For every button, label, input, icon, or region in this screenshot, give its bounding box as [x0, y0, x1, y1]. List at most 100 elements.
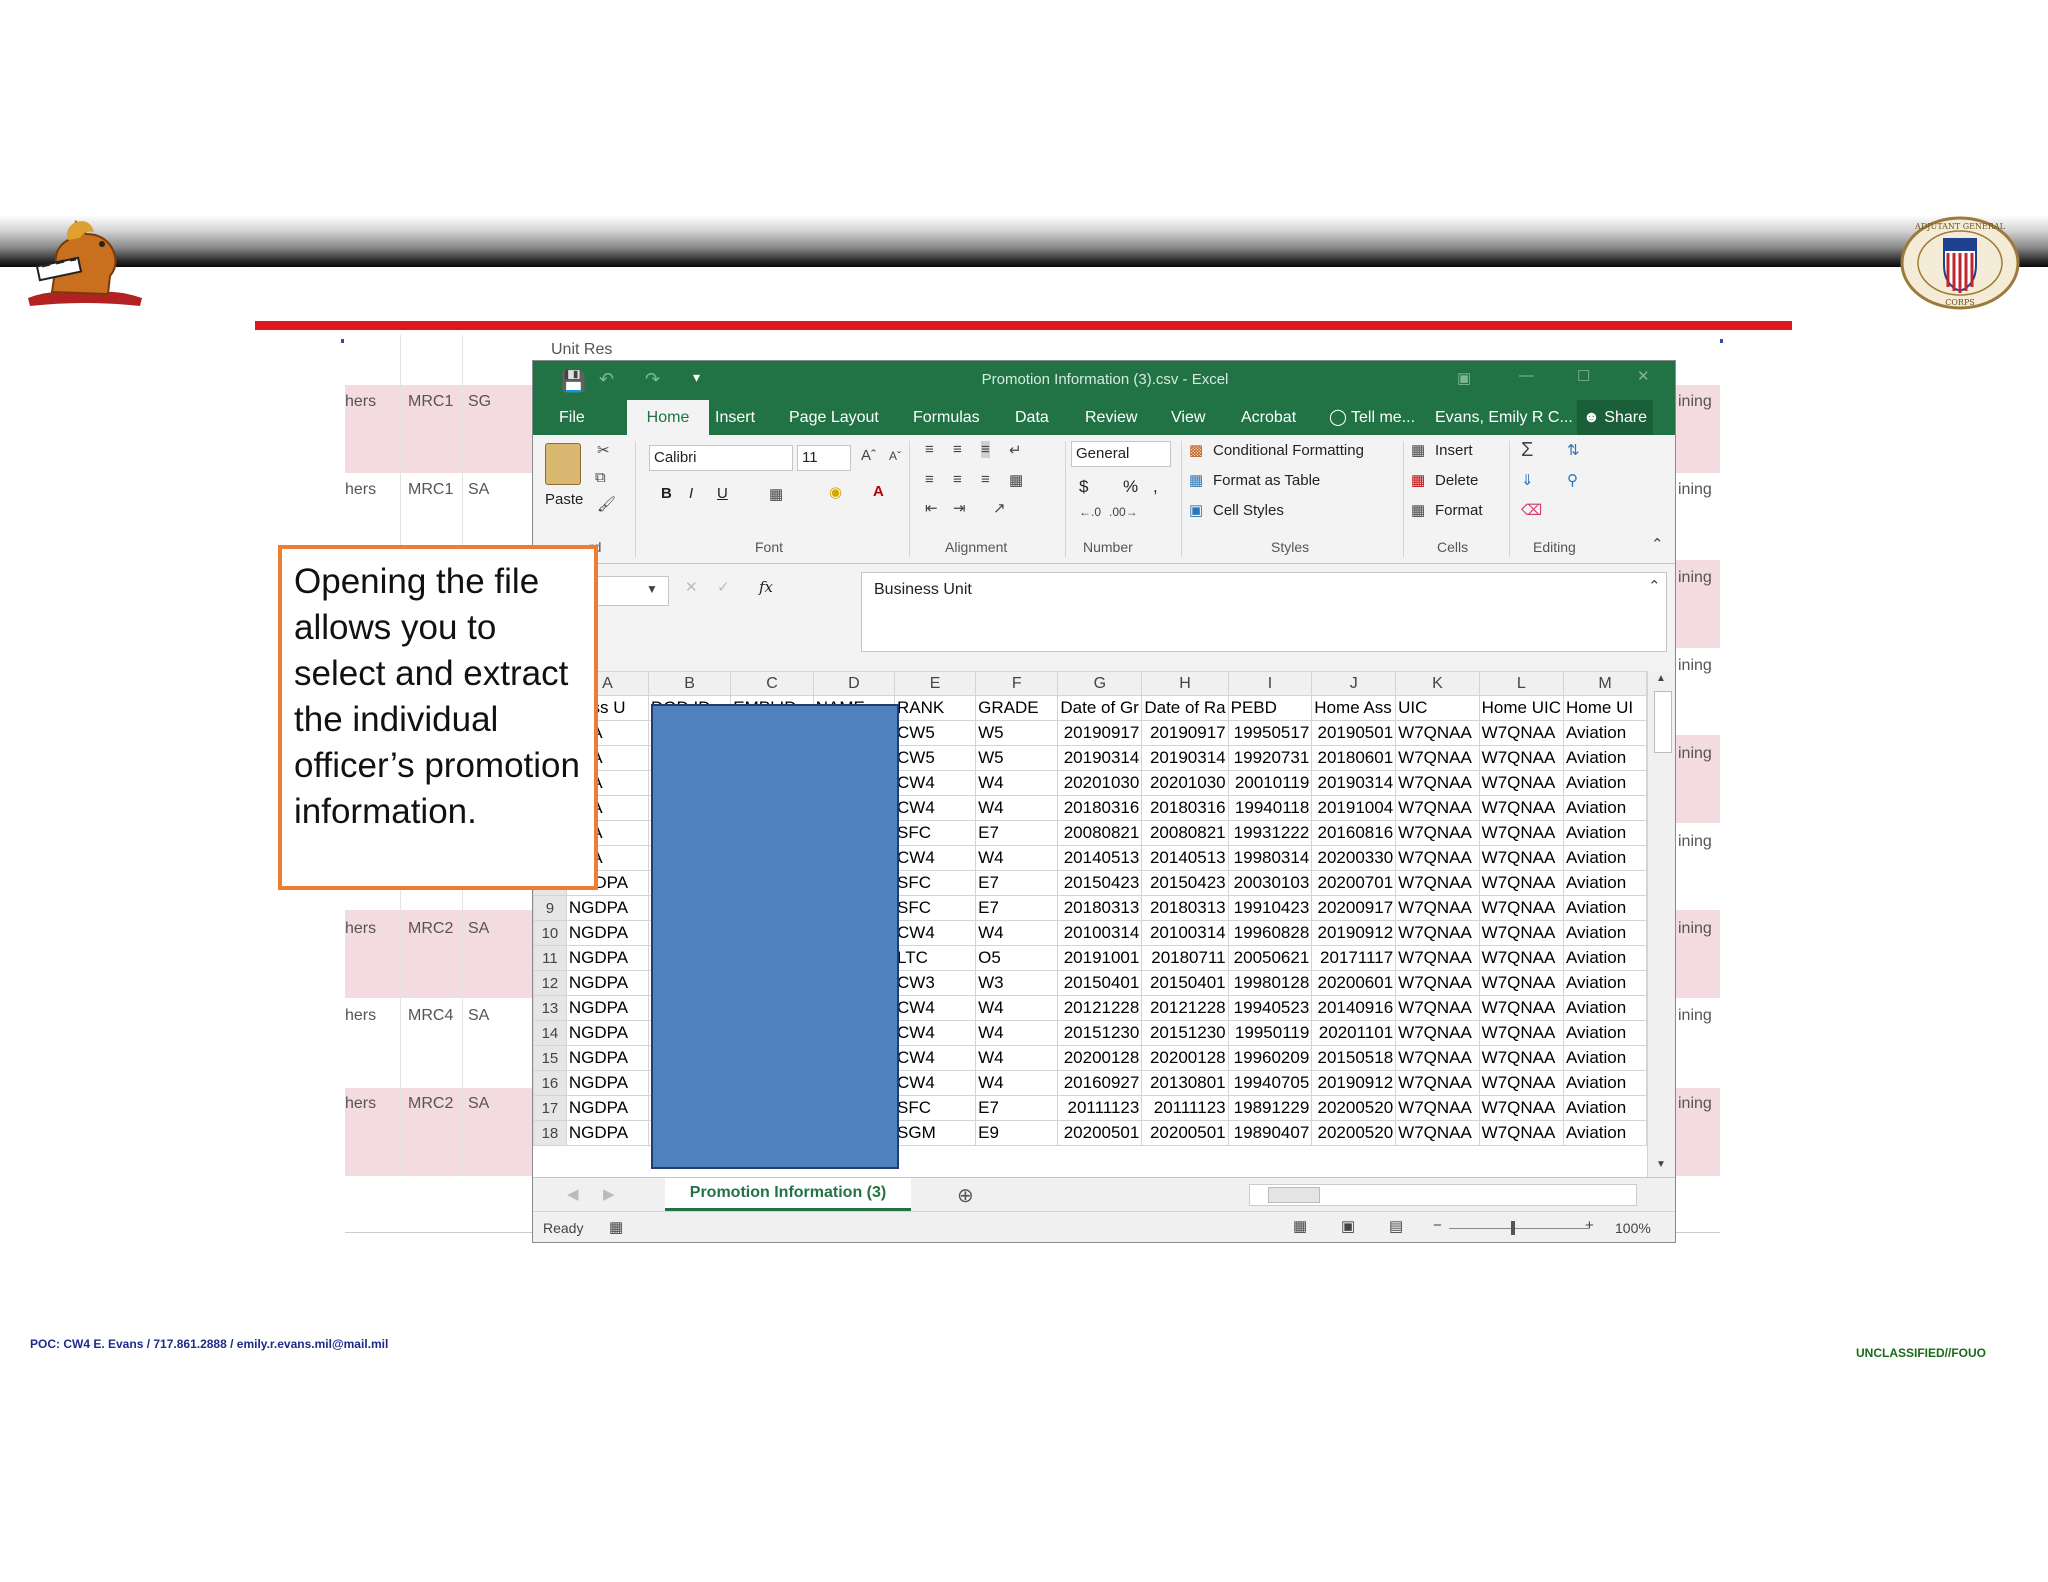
row-header[interactable]: 17: [533, 1095, 567, 1121]
cell-rank[interactable]: SFC: [894, 820, 977, 846]
tell-me-search[interactable]: Tell me...: [1351, 400, 1415, 435]
cell-rank[interactable]: SFC: [894, 1095, 977, 1121]
tab-home[interactable]: Home: [627, 400, 709, 435]
cell-home-uic[interactable]: W7QNAA: [1478, 1045, 1565, 1071]
comma-button[interactable]: ,: [1153, 477, 1158, 497]
cell-rank[interactable]: CW4: [894, 1070, 977, 1096]
cell-home-uic[interactable]: W7QNAA: [1478, 895, 1565, 921]
prev-sheet-icon[interactable]: ◀: [567, 1185, 579, 1203]
cell-home-uic[interactable]: W7QNAA: [1478, 1070, 1565, 1096]
row-header[interactable]: 18: [533, 1120, 567, 1146]
cell-home-assignment[interactable]: 20190314: [1311, 770, 1397, 796]
cell-home-assignment[interactable]: 20190912: [1311, 1070, 1397, 1096]
cell-date-of-grade[interactable]: 20121228: [1057, 995, 1143, 1021]
cell-grade[interactable]: E9: [975, 1120, 1059, 1146]
cell-grade[interactable]: W4: [975, 1020, 1059, 1046]
increase-decimal-icon[interactable]: ←.0: [1079, 505, 1101, 519]
cell-home-unit[interactable]: Aviation: [1563, 1070, 1647, 1096]
cell-date-of-rank[interactable]: 20140513: [1141, 845, 1229, 871]
cell-home-unit[interactable]: Aviation: [1563, 1020, 1647, 1046]
cell-date-of-grade[interactable]: 20151230: [1057, 1020, 1143, 1046]
cell-home-assignment[interactable]: 20180601: [1311, 745, 1397, 771]
column-header[interactable]: F: [975, 671, 1059, 696]
zoom-out-icon[interactable]: −: [1433, 1217, 1442, 1234]
normal-view-icon[interactable]: ▦: [1293, 1217, 1307, 1235]
cell-home-unit[interactable]: Aviation: [1563, 920, 1647, 946]
cell-pebd[interactable]: 19940705: [1227, 1070, 1313, 1096]
cell-date-of-rank[interactable]: 20151230: [1141, 1020, 1229, 1046]
insert-function-button[interactable]: fx: [759, 578, 773, 596]
cell-uic[interactable]: W7QNAA: [1395, 1120, 1480, 1146]
share-button[interactable]: ☻ Share: [1577, 400, 1653, 435]
header-cell[interactable]: RANK: [894, 695, 977, 721]
cell-grade[interactable]: O5: [975, 945, 1059, 971]
minimize-icon[interactable]: —: [1519, 367, 1534, 384]
cell-home-assignment[interactable]: 20200520: [1311, 1095, 1397, 1121]
cell-grade[interactable]: W4: [975, 845, 1059, 871]
number-format-combo[interactable]: General: [1071, 441, 1171, 467]
cell-home-assignment[interactable]: 20191004: [1311, 795, 1397, 821]
cell-home-uic[interactable]: W7QNAA: [1478, 820, 1565, 846]
cell-business-unit[interactable]: NGDPA: [565, 895, 650, 921]
cell-date-of-rank[interactable]: 20190314: [1141, 745, 1229, 771]
header-cell[interactable]: Date of Ra: [1141, 695, 1229, 721]
cell-rank[interactable]: CW3: [894, 970, 977, 996]
format-as-table-button[interactable]: Format as Table: [1213, 472, 1320, 489]
cell-home-uic[interactable]: W7QNAA: [1478, 720, 1565, 746]
cell-pebd[interactable]: 19910423: [1227, 895, 1313, 921]
cell-uic[interactable]: W7QNAA: [1395, 770, 1480, 796]
cell-home-unit[interactable]: Aviation: [1563, 1095, 1647, 1121]
cell-home-unit[interactable]: Aviation: [1563, 1045, 1647, 1071]
increase-indent-icon[interactable]: ⇥: [953, 499, 966, 517]
cell-date-of-rank[interactable]: 20180313: [1141, 895, 1229, 921]
align-middle-icon[interactable]: ≡: [953, 441, 962, 458]
cell-home-assignment[interactable]: 20200701: [1311, 870, 1397, 896]
wrap-text-icon[interactable]: ↵: [1009, 441, 1022, 459]
cell-home-unit[interactable]: Aviation: [1563, 945, 1647, 971]
align-right-icon[interactable]: ≡: [981, 471, 990, 488]
cell-business-unit[interactable]: NGDPA: [565, 995, 650, 1021]
cell-home-assignment[interactable]: 20200520: [1311, 1120, 1397, 1146]
tab-acrobat[interactable]: Acrobat: [1241, 400, 1296, 435]
cell-home-assignment[interactable]: 20171117: [1311, 945, 1397, 971]
row-header[interactable]: 16: [533, 1070, 567, 1096]
column-header[interactable]: E: [894, 671, 977, 696]
cell-pebd[interactable]: 19940118: [1227, 795, 1313, 821]
cell-uic[interactable]: W7QNAA: [1395, 970, 1480, 996]
cell-home-uic[interactable]: W7QNAA: [1478, 1095, 1565, 1121]
cell-pebd[interactable]: 20050621: [1227, 945, 1313, 971]
cut-icon[interactable]: ✂: [597, 441, 610, 459]
cell-home-assignment[interactable]: 20160816: [1311, 820, 1397, 846]
row-header[interactable]: 10: [533, 920, 567, 946]
cell-date-of-grade[interactable]: 20191001: [1057, 945, 1143, 971]
cell-business-unit[interactable]: NGDPA: [565, 970, 650, 996]
cell-date-of-rank[interactable]: 20111123: [1141, 1095, 1229, 1121]
cell-rank[interactable]: SFC: [894, 895, 977, 921]
cell-rank[interactable]: CW4: [894, 795, 977, 821]
decrease-font-icon[interactable]: Aˇ: [889, 449, 901, 463]
zoom-in-icon[interactable]: +: [1585, 1217, 1594, 1234]
tab-view[interactable]: View: [1171, 400, 1205, 435]
cell-home-uic[interactable]: W7QNAA: [1478, 795, 1565, 821]
cell-home-unit[interactable]: Aviation: [1563, 795, 1647, 821]
worksheet-grid[interactable]: ABCDEFGHIJKLMiness UDOD IDEMPLIDNAMERANK…: [533, 671, 1647, 1177]
decrease-indent-icon[interactable]: ⇤: [925, 499, 938, 517]
add-sheet-icon[interactable]: ⊕: [957, 1183, 974, 1208]
cell-date-of-rank[interactable]: 20180711: [1141, 945, 1229, 971]
cell-pebd[interactable]: 19891229: [1227, 1095, 1313, 1121]
font-name-combo[interactable]: Calibri: [649, 445, 793, 471]
cell-uic[interactable]: W7QNAA: [1395, 720, 1480, 746]
cell-pebd[interactable]: 19980128: [1227, 970, 1313, 996]
cell-grade[interactable]: E7: [975, 820, 1059, 846]
italic-button[interactable]: I: [689, 485, 693, 502]
cell-rank[interactable]: CW5: [894, 720, 977, 746]
formula-input[interactable]: Business Unit ⌃: [861, 572, 1667, 652]
ribbon-display-icon[interactable]: ▣: [1457, 369, 1471, 387]
fill-color-icon[interactable]: ◉: [829, 483, 842, 501]
cell-home-uic[interactable]: W7QNAA: [1478, 745, 1565, 771]
zoom-level[interactable]: 100%: [1615, 1220, 1651, 1236]
cell-date-of-grade[interactable]: 20080821: [1057, 820, 1143, 846]
cell-grade[interactable]: W4: [975, 795, 1059, 821]
column-header[interactable]: M: [1563, 671, 1647, 696]
tab-formulas[interactable]: Formulas: [913, 400, 980, 435]
